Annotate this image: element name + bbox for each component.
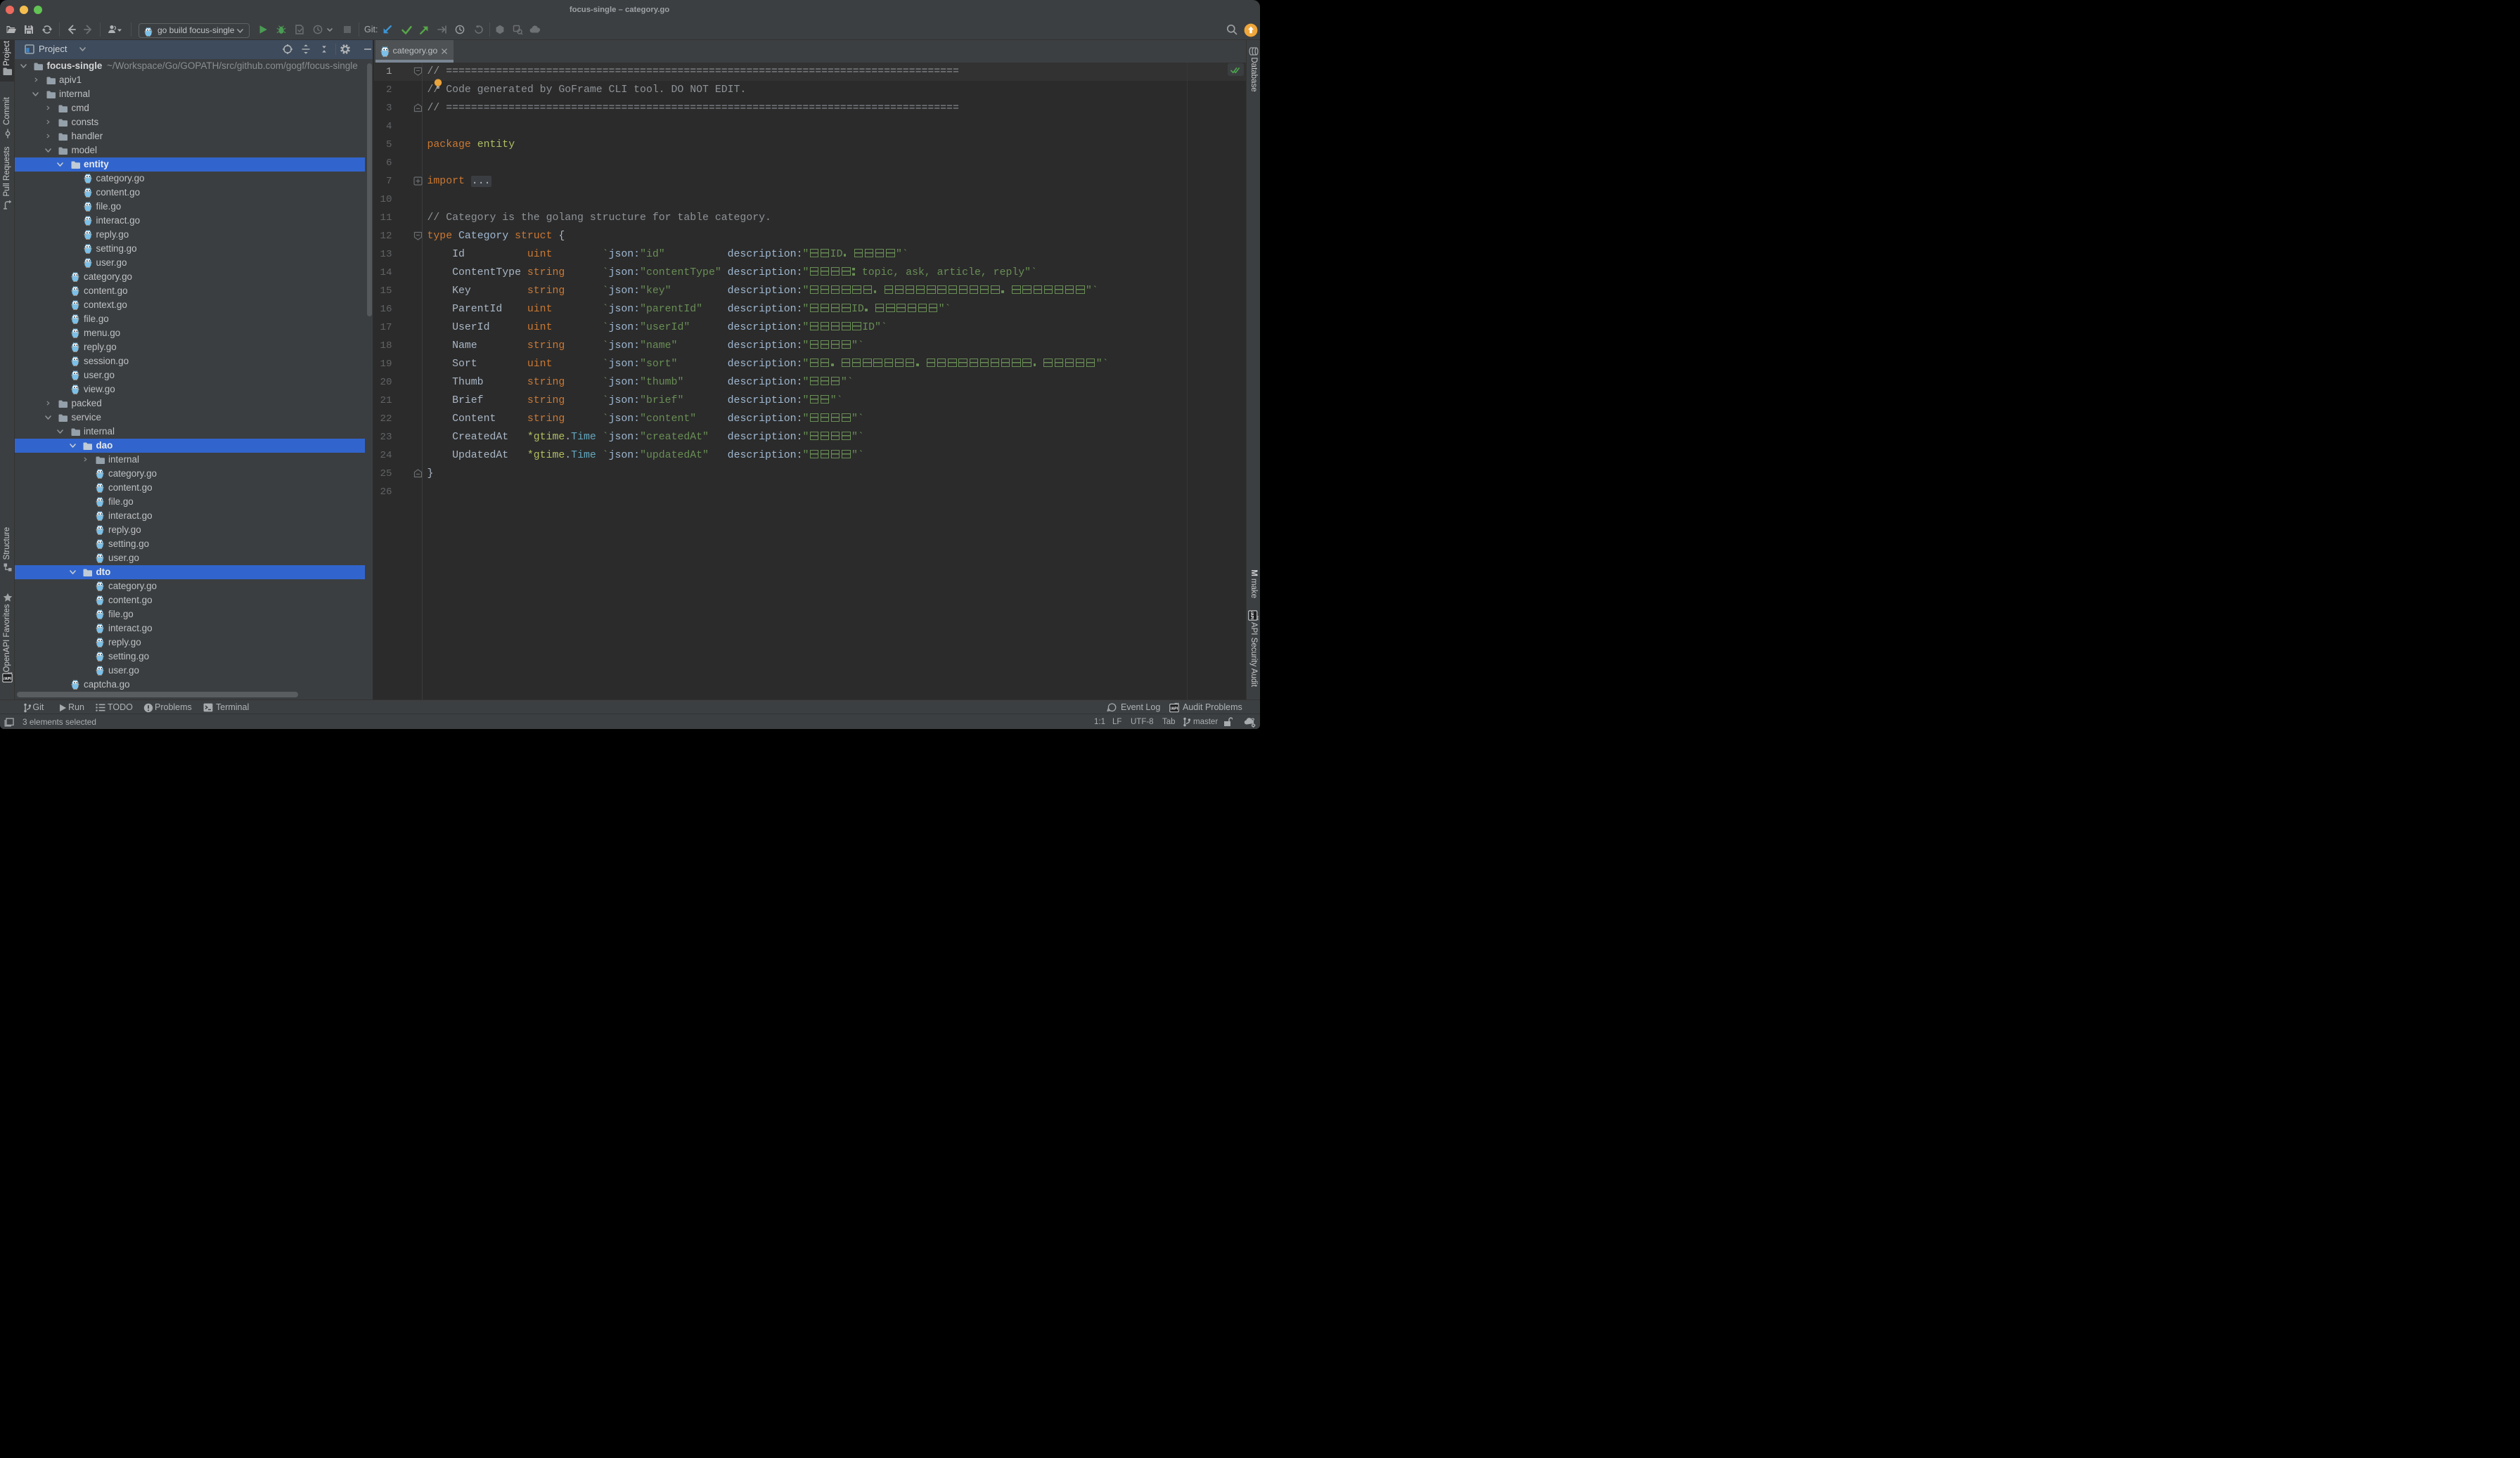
svg-text:/API: /API — [1171, 707, 1178, 711]
svg-text:?: ? — [1251, 717, 1255, 724]
svg-text:/API: /API — [4, 677, 11, 681]
